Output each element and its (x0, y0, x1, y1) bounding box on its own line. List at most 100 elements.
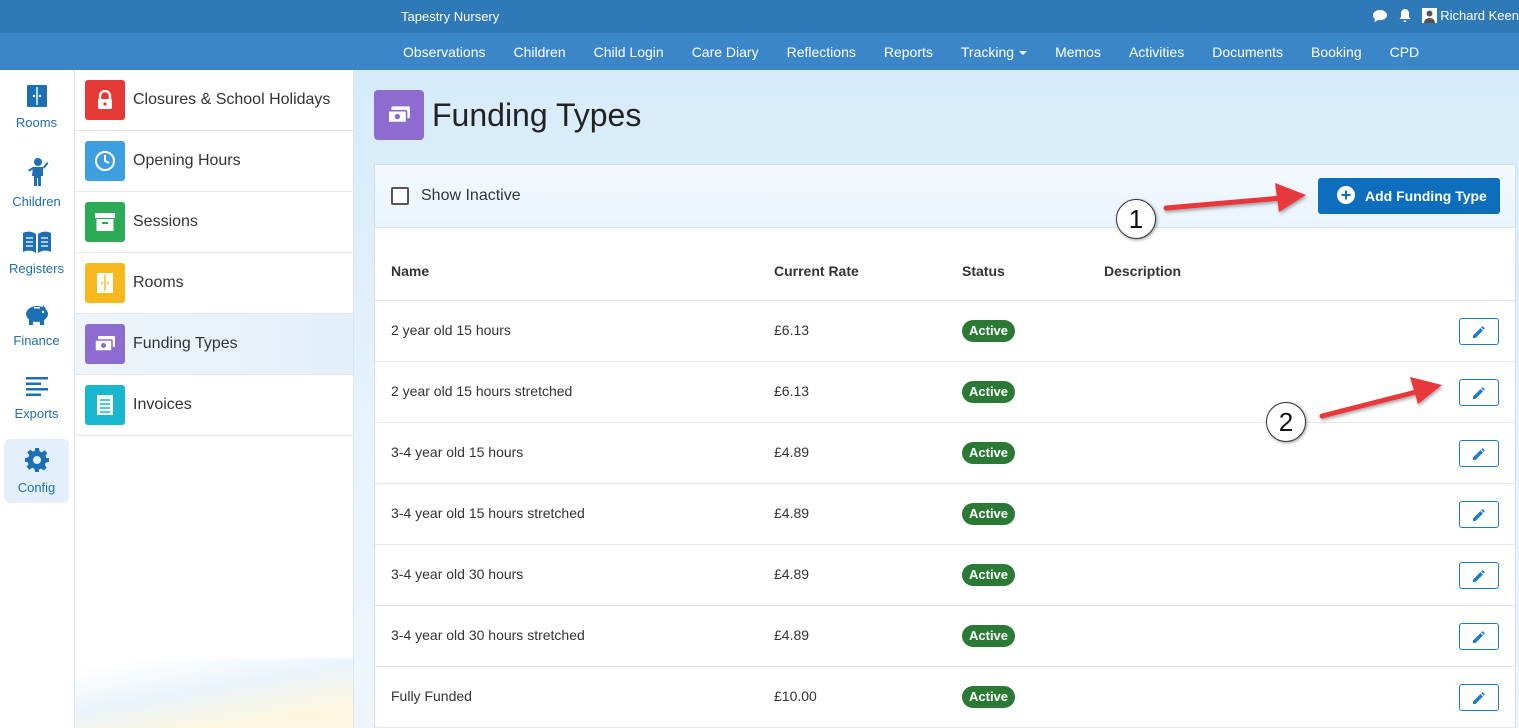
column-header-description: Description (1104, 263, 1182, 279)
money-icon (85, 324, 125, 364)
table-row: 2 year old 15 hours £6.13 Active (375, 301, 1515, 362)
add-funding-type-label: Add Funding Type (1365, 188, 1487, 204)
table-row: 3-4 year old 15 hours £4.89 Active (375, 423, 1515, 484)
show-inactive-checkbox[interactable] (391, 187, 409, 205)
status-badge: Active (962, 625, 1016, 647)
status-badge: Active (962, 503, 1016, 525)
top-bar: Tapestry Nursery Richard Keen (0, 0, 1519, 33)
submenu-item-rooms[interactable]: Rooms (75, 253, 353, 314)
submenu-item-closures[interactable]: Closures & School Holidays (75, 70, 353, 131)
submenu-label-sessions: Sessions (133, 213, 198, 230)
nav-cpd[interactable]: CPD (1376, 44, 1434, 60)
funding-name: 3-4 year old 30 hours (391, 566, 524, 582)
edit-button[interactable] (1459, 501, 1499, 528)
rail-item-rooms[interactable]: Rooms (4, 76, 69, 140)
clock-icon (85, 141, 125, 181)
piggy-bank-icon (23, 302, 51, 329)
show-inactive-label[interactable]: Show Inactive (421, 187, 521, 205)
funding-rate: £4.89 (774, 566, 810, 582)
submenu-item-invoices[interactable]: Invoices (75, 375, 353, 436)
rail-label-config: Config (17, 480, 56, 495)
config-submenu: Closures & School Holidays Opening Hours… (75, 70, 354, 728)
column-header-rate: Current Rate (774, 263, 859, 279)
edit-button[interactable] (1459, 623, 1499, 650)
funding-name: 2 year old 15 hours stretched (391, 383, 573, 399)
nav-child-login[interactable]: Child Login (580, 44, 678, 60)
door-icon (85, 263, 125, 303)
status-badge: Active (962, 564, 1016, 586)
funding-rate: £6.13 (774, 322, 810, 338)
rail-item-children[interactable]: Children (4, 149, 69, 213)
edit-button[interactable] (1459, 562, 1499, 589)
decorative-background (75, 658, 353, 728)
submenu-label-invoices: Invoices (133, 396, 192, 413)
funding-types-panel: Show Inactive Add Funding Type Name Curr… (374, 164, 1516, 728)
edit-button[interactable] (1459, 318, 1499, 345)
bell-icon[interactable] (1398, 8, 1412, 23)
side-rail: Rooms Children Registers Finance Exports… (0, 70, 75, 728)
table-row: 3-4 year old 30 hours £4.89 Active (375, 545, 1515, 606)
funding-rate: £4.89 (774, 627, 810, 643)
nav-tracking-label: Tracking (960, 43, 1015, 60)
user-menu[interactable]: Richard Keen (1422, 8, 1519, 23)
status-badge: Active (962, 381, 1016, 403)
lock-icon (85, 80, 125, 120)
archive-icon (85, 202, 125, 242)
nav-booking[interactable]: Booking (1297, 44, 1376, 60)
nav-memos[interactable]: Memos (1041, 44, 1115, 60)
table-row: Fully Funded £10.00 Active (375, 667, 1515, 728)
rail-label-registers: Registers (9, 261, 64, 276)
app-brand[interactable]: Tapestry Nursery (401, 9, 499, 24)
nav-children[interactable]: Children (499, 44, 579, 60)
funding-rate: £6.13 (774, 383, 810, 399)
pencil-icon (1473, 325, 1485, 338)
column-header-status: Status (962, 263, 1005, 279)
funding-name: 2 year old 15 hours (391, 322, 511, 338)
funding-rate: £4.89 (774, 505, 810, 521)
submenu-item-opening-hours[interactable]: Opening Hours (75, 131, 353, 192)
submenu-item-funding-types[interactable]: Funding Types (75, 314, 353, 375)
table-row: 2 year old 15 hours stretched £6.13 Acti… (375, 362, 1515, 423)
pencil-icon (1473, 508, 1485, 521)
rail-label-finance: Finance (13, 333, 60, 348)
edit-button[interactable] (1459, 379, 1499, 406)
rail-item-registers[interactable]: Registers (4, 222, 69, 286)
rail-item-finance[interactable]: Finance (4, 294, 69, 358)
page-title: Funding Types (432, 97, 642, 133)
rail-item-exports[interactable]: Exports (4, 367, 69, 431)
nav-documents[interactable]: Documents (1198, 44, 1297, 60)
status-badge: Active (962, 686, 1016, 708)
table-row: 3-4 year old 15 hours stretched £4.89 Ac… (375, 484, 1515, 545)
submenu-item-sessions[interactable]: Sessions (75, 192, 353, 253)
edit-button[interactable] (1459, 440, 1499, 467)
funding-name: Fully Funded (391, 688, 472, 704)
funding-name: 3-4 year old 15 hours (391, 444, 524, 460)
status-badge: Active (962, 442, 1016, 464)
chat-icon[interactable] (1372, 9, 1388, 23)
pencil-icon (1473, 691, 1485, 704)
caret-down-icon (1019, 50, 1028, 55)
pencil-icon (1473, 630, 1485, 643)
money-icon (374, 90, 424, 140)
book-icon (22, 230, 52, 257)
nav-tracking[interactable]: Tracking (947, 44, 1041, 60)
top-bar-actions: Richard Keen (1372, 8, 1519, 23)
funding-name: 3-4 year old 30 hours stretched (391, 627, 585, 643)
status-badge: Active (962, 320, 1016, 342)
rail-item-config[interactable]: Config (4, 439, 69, 503)
nav-care-diary[interactable]: Care Diary (678, 44, 773, 60)
panel-toolbar: Show Inactive Add Funding Type (375, 165, 1515, 228)
nav-activities[interactable]: Activities (1115, 44, 1198, 60)
child-icon (25, 157, 49, 190)
submenu-label-closures: Closures & School Holidays (133, 91, 331, 108)
nav-observations[interactable]: Observations (389, 44, 499, 60)
pencil-icon (1473, 447, 1485, 460)
main-content: Funding Types Show Inactive Add Funding … (354, 70, 1519, 728)
column-header-name: Name (391, 263, 430, 279)
edit-button[interactable] (1459, 684, 1499, 711)
user-avatar-icon (1422, 8, 1438, 23)
nav-reports[interactable]: Reports (870, 44, 947, 60)
rail-label-rooms: Rooms (15, 115, 58, 130)
add-funding-type-button[interactable]: Add Funding Type (1318, 178, 1500, 214)
nav-reflections[interactable]: Reflections (773, 44, 870, 60)
